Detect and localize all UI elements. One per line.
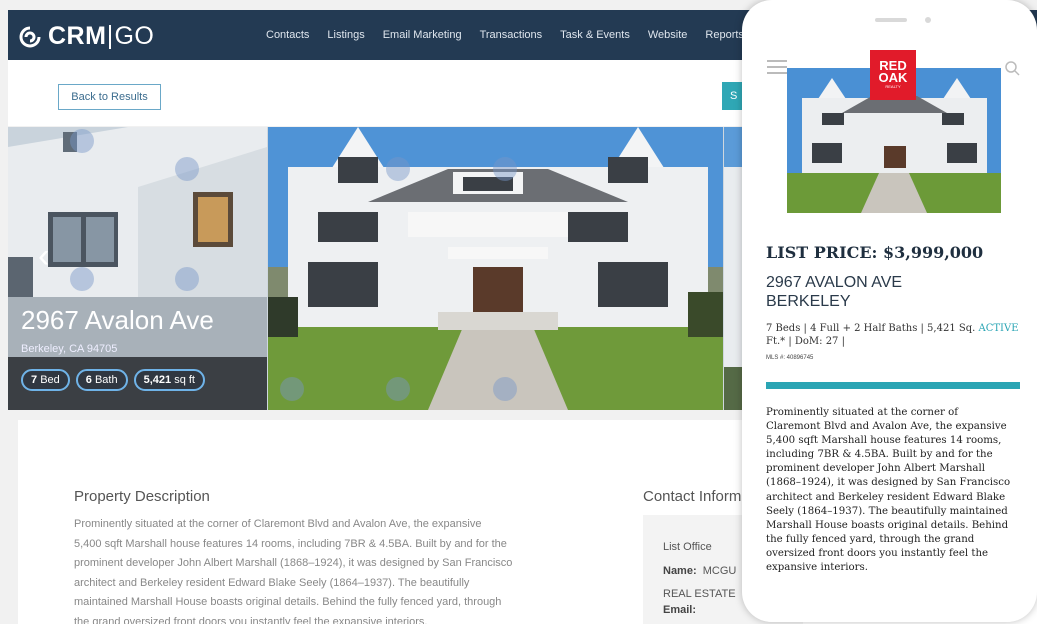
mobile-description-line: 5,400 sqft Marshall house features 14 ro… [766,435,1002,447]
gallery-indicator-dot [386,377,410,401]
email-label-text: Email: [663,604,697,616]
back-to-results-button[interactable]: Back to Results [58,84,161,110]
hamburger-icon[interactable] [767,60,787,74]
mobile-address-city: BERKELEY [766,293,851,310]
description-line: the grand oversized front doors you inst… [74,615,428,624]
description-line: Prominently situated at the corner of Cl… [74,518,482,530]
hero-address: 2967 Avalon Ave [21,305,214,335]
gallery-indicator-dot [70,129,94,153]
agent-name-row: Name: MCGU [663,565,736,577]
mobile-description-line: prominent developer John Albert Marshall [766,463,986,475]
details-line-2: Ft.* | DoM: 27 | [766,336,845,347]
baths-unit: Bath [94,374,118,386]
nav-reports[interactable]: Reports [705,29,744,41]
description-line: 5,400 sqft Marshall house features 14 ro… [74,537,507,550]
description-line: maintained Marshall House boasts origina… [74,596,502,609]
phone-camera [925,17,931,23]
crm-go-logo[interactable]: CRM GO [18,22,154,51]
description-line: prominent developer John Albert Marshall… [74,557,513,570]
mobile-description-line: Prominently situated at the corner of [766,407,959,418]
name-label: Name: [663,565,697,577]
beds-badge: 7 Bed [21,369,70,391]
logo-text-light: GO [114,22,155,50]
sqft-count: 5,421 [143,374,172,386]
mobile-description-line: Seely (1864–1937). The beautifully maint… [766,505,1008,517]
sqft-badge: 5,421 sq ft [133,369,205,391]
gallery-indicator-dot [70,267,94,291]
name-value: MCGU [702,565,737,577]
logo-text-bold: CRM [48,22,107,50]
logo-subtitle: REALTY [885,84,901,89]
email-label[interactable]: Email: [663,604,696,616]
mobile-description-line: the fully fenced yard, through the grand [766,533,975,545]
company-line: REAL ESTATE [663,588,736,600]
mobile-description-line: architect and Berkeley resident Edward B… [766,491,1006,503]
mobile-description: Prominently situated at the corner of Cl… [766,406,1024,575]
details-line-1: 7 Beds | 4 Full + 2 Half Baths | 5,421 S… [766,323,976,334]
main-nav: Contacts Listings Email Marketing Transa… [266,10,762,60]
list-office-label: List Office [663,541,712,553]
mobile-list-price: LIST PRICE: $3,999,000 [766,243,984,262]
hero-city: Berkeley, CA 94705 [21,343,118,355]
mobile-description-line: Claremont Blvd and Avalon Ave, the expan… [766,421,1007,433]
search-icon[interactable] [1004,60,1020,76]
mobile-description-line: (1868–1924), it was designed by San Fran… [766,477,1011,489]
mobile-property-details: 7 Beds | 4 Full + 2 Half Baths | 5,421 S… [766,322,1026,348]
mobile-description-line: expansive interiors. [766,562,868,574]
nav-contacts[interactable]: Contacts [266,29,309,41]
mobile-address: 2967 AVALON AVE BERKELEY [766,273,1016,311]
mobile-mls-number: MLS #: 40896745 [766,355,814,361]
scroll-fade [742,603,1037,622]
nav-website[interactable]: Website [648,29,688,41]
phone-speaker [875,18,907,22]
hero-stats: 7 Bed 6 Bath 5,421 sq ft [21,369,205,391]
nav-listings[interactable]: Listings [327,29,364,41]
mobile-phone-mockup: RED OAK REALTY LIST PRICE: $3,999,000 29… [742,0,1037,622]
accent-divider [766,382,1020,389]
beds-unit: Bed [40,374,60,386]
beds-count: 7 [31,374,38,386]
mobile-description-line: Marshall House boasts original details. … [766,519,1009,531]
red-oak-realty-logo[interactable]: RED OAK REALTY [870,50,916,100]
contact-info-heading: Contact Inform [643,488,742,505]
chevron-left-icon[interactable]: ‹ [38,237,49,276]
status-badge: ACTIVE [978,323,1019,334]
mobile-description-line: oversized front doors you instantly feel… [766,547,989,559]
gallery-indicator-dot [493,157,517,181]
property-description-heading: Property Description [74,488,210,505]
nav-email-marketing[interactable]: Email Marketing [383,29,462,41]
nav-transactions[interactable]: Transactions [480,29,543,41]
gallery-indicator-dot [175,157,199,181]
logo-divider [109,24,112,49]
gallery-indicator-dot [386,157,410,181]
logo-line-2: OAK [878,70,908,85]
baths-badge: 6 Bath [75,369,128,391]
description-line: architect and Berkeley resident Edward B… [74,576,470,589]
property-description-text: Prominently situated at the corner of Cl… [74,515,574,624]
baths-count: 6 [85,374,92,386]
gallery-indicator-dot [175,267,199,291]
mobile-description-line: including 7BR & 4.5BA. Built by and for … [766,449,993,461]
sqft-unit: sq ft [174,374,195,386]
mobile-address-street: 2967 AVALON AVE [766,274,903,291]
crm-logo-icon [19,26,41,47]
gallery-indicator-dot [280,377,304,401]
gallery-indicator-dot [493,377,517,401]
nav-task-events[interactable]: Task & Events [560,29,630,41]
